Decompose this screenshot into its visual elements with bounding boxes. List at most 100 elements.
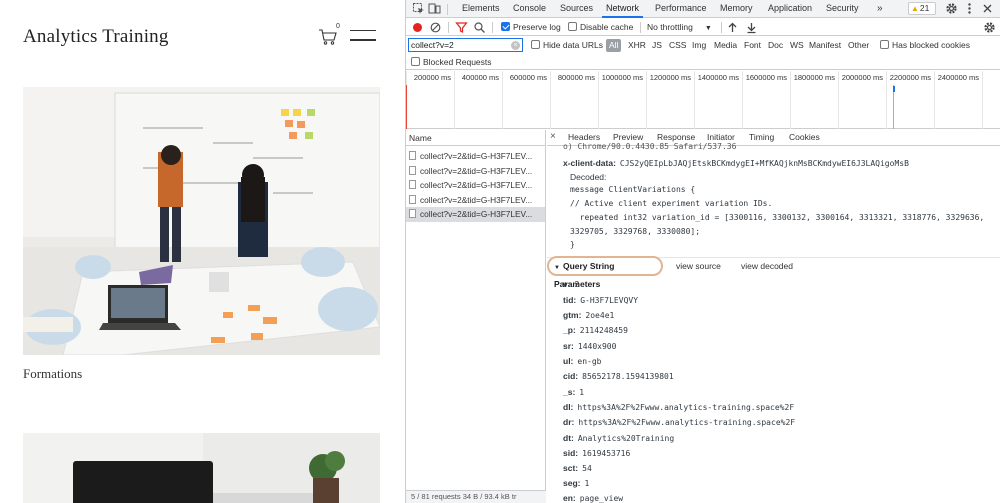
- filter-type-xhr[interactable]: XHR: [628, 40, 646, 51]
- view-decoded-link[interactable]: view decoded: [741, 261, 793, 271]
- clear-filter-icon[interactable]: ×: [511, 41, 520, 50]
- clear-icon[interactable]: [429, 21, 442, 34]
- request-summary: 5 / 81 requests 34 B / 93.4 kB tr: [406, 490, 546, 503]
- tab-cookies[interactable]: Cookies: [789, 131, 820, 144]
- timeline-tick: 200000 ms: [413, 73, 451, 82]
- decoded-label: Decoded:: [570, 172, 607, 182]
- record-icon[interactable]: [411, 21, 424, 34]
- workshop-photo[interactable]: [23, 87, 380, 355]
- filter-type-font[interactable]: Font: [744, 40, 761, 51]
- param-row: ul: en-gb: [563, 356, 602, 366]
- timeline-tick: 800000 ms: [557, 73, 595, 82]
- disable-cache-checkbox[interactable]: Disable cache: [568, 21, 633, 33]
- code-line: // Active client experiment variation ID…: [570, 199, 773, 208]
- view-source-link[interactable]: view source: [676, 261, 721, 271]
- filter-type-ws[interactable]: WS: [790, 40, 804, 51]
- close-details-icon[interactable]: ×: [550, 131, 556, 142]
- tab-timing[interactable]: Timing: [749, 131, 774, 144]
- close-devtools-icon[interactable]: [981, 2, 994, 15]
- param-row: _s: 1: [563, 387, 585, 397]
- param-row: cid: 85652178.1594139801: [563, 371, 674, 381]
- name-column-header[interactable]: Name: [406, 130, 545, 146]
- timeline-tick: 2400000 ms: [937, 73, 979, 82]
- document-icon: [409, 180, 416, 189]
- tab-performance[interactable]: Performance: [655, 0, 707, 18]
- param-row: gtm: 2oe4e1: [563, 310, 615, 320]
- request-row[interactable]: collect?v=2&tid=G-H3F7LEV...: [406, 193, 545, 208]
- throttling-select[interactable]: No throttling ▼: [647, 21, 712, 35]
- more-tabs-icon[interactable]: »: [877, 0, 883, 18]
- filter-type-js[interactable]: JS: [652, 40, 662, 51]
- filter-type-other[interactable]: Other: [848, 40, 869, 51]
- checkbox-unchecked-icon: [880, 40, 889, 49]
- param-row: seg: 1: [563, 478, 590, 488]
- timeline-tick: 2000000 ms: [841, 73, 883, 82]
- tab-console[interactable]: Console: [513, 0, 546, 18]
- preserve-log-checkbox[interactable]: Preserve log: [501, 21, 561, 33]
- tab-sources[interactable]: Sources: [560, 0, 593, 18]
- param-row: tid: G-H3F7LEVQVY: [563, 295, 639, 305]
- query-string-parameters-toggle[interactable]: ▼ Query String Parameters: [547, 256, 663, 289]
- search-icon[interactable]: [473, 21, 486, 34]
- param-row: sr: 1440x900: [563, 341, 617, 351]
- timeline-tick: 1600000 ms: [745, 73, 787, 82]
- request-row[interactable]: collect?v=2&tid=G-H3F7LEV...: [406, 164, 545, 179]
- param-row: en: page_view: [563, 493, 624, 503]
- blocked-cookies-checkbox[interactable]: Has blocked cookies: [880, 40, 970, 51]
- filter-type-all[interactable]: All: [606, 39, 622, 52]
- device-toggle-icon[interactable]: [428, 2, 441, 15]
- filter-type-css[interactable]: CSS: [669, 40, 686, 51]
- cart-count: 0: [336, 23, 340, 30]
- site-title[interactable]: Analytics Training: [23, 26, 169, 48]
- tab-network[interactable]: Network: [602, 0, 644, 18]
- timeline-tick: 2200000 ms: [889, 73, 931, 82]
- request-row-selected[interactable]: collect?v=2&tid=G-H3F7LEV...: [406, 207, 545, 222]
- warnings-badge[interactable]: ▲21: [908, 2, 936, 15]
- tab-memory[interactable]: Memory: [720, 0, 753, 18]
- menu-icon[interactable]: [350, 30, 376, 42]
- filter-type-img[interactable]: Img: [692, 40, 706, 51]
- request-row[interactable]: collect?v=2&tid=G-H3F7LEV...: [406, 178, 545, 193]
- request-row[interactable]: collect?v=2&tid=G-H3F7LEV...: [406, 149, 545, 164]
- timeline-tick: 1200000 ms: [649, 73, 691, 82]
- param-row: dt: Analytics%20Training: [563, 433, 675, 443]
- filter-type-doc[interactable]: Doc: [768, 40, 783, 51]
- formations-caption[interactable]: Formations: [23, 366, 82, 382]
- user-agent-line: o) Chrome/90.0.4430.85 Safari/537.36: [563, 142, 737, 151]
- tab-elements[interactable]: Elements: [462, 0, 500, 18]
- filter-type-manifest[interactable]: Manifest: [809, 40, 841, 51]
- import-har-icon[interactable]: [726, 21, 739, 34]
- checkbox-checked-icon: [501, 22, 510, 31]
- code-line: 3329705, 3329768, 3330080];: [570, 227, 701, 236]
- request-details: × Headers Preview Response Initiator Tim…: [547, 130, 1000, 503]
- blocked-requests-checkbox[interactable]: Blocked Requests: [411, 57, 492, 68]
- param-row: dl: https%3A%2F%2Fwww.analytics-training.…: [563, 402, 795, 412]
- timeline-request-bar: [893, 86, 895, 92]
- param-row: _p: 2114248459: [563, 325, 628, 335]
- second-photo[interactable]: [23, 433, 380, 503]
- filter-type-media[interactable]: Media: [714, 40, 737, 51]
- export-har-icon[interactable]: [745, 21, 758, 34]
- request-list: Name collect?v=2&tid=G-H3F7LEV... collec…: [406, 130, 546, 503]
- blocked-requests-bar: Blocked Requests: [406, 55, 1000, 70]
- cart-icon[interactable]: [318, 28, 338, 46]
- settings-gear-icon[interactable]: [945, 2, 958, 15]
- timeline-tick: 1000000 ms: [601, 73, 643, 82]
- param-row: dr: https%3A%2F%2Fwww.analytics-training.…: [563, 417, 796, 427]
- hide-data-urls-checkbox[interactable]: Hide data URLs: [531, 40, 603, 51]
- tab-security[interactable]: Security: [826, 0, 859, 18]
- document-icon: [409, 194, 416, 204]
- param-row: sid: 1619453716: [563, 448, 631, 458]
- checkbox-unchecked-icon: [411, 57, 420, 66]
- network-settings-icon[interactable]: [983, 21, 996, 34]
- network-toolbar: Preserve log Disable cache No throttling…: [406, 19, 1000, 36]
- inspect-element-icon[interactable]: [412, 2, 425, 15]
- document-icon: [409, 165, 416, 175]
- timeline-overview[interactable]: 200000 ms 400000 ms 600000 ms 800000 ms …: [406, 71, 1000, 129]
- timeline-load-marker: [406, 85, 407, 129]
- timeline-tick: 1800000 ms: [793, 73, 835, 82]
- filter-icon[interactable]: [455, 21, 468, 34]
- tab-application[interactable]: Application: [768, 0, 812, 18]
- filter-input[interactable]: collect?v=2 ×: [408, 38, 523, 52]
- more-options-icon[interactable]: [963, 2, 976, 15]
